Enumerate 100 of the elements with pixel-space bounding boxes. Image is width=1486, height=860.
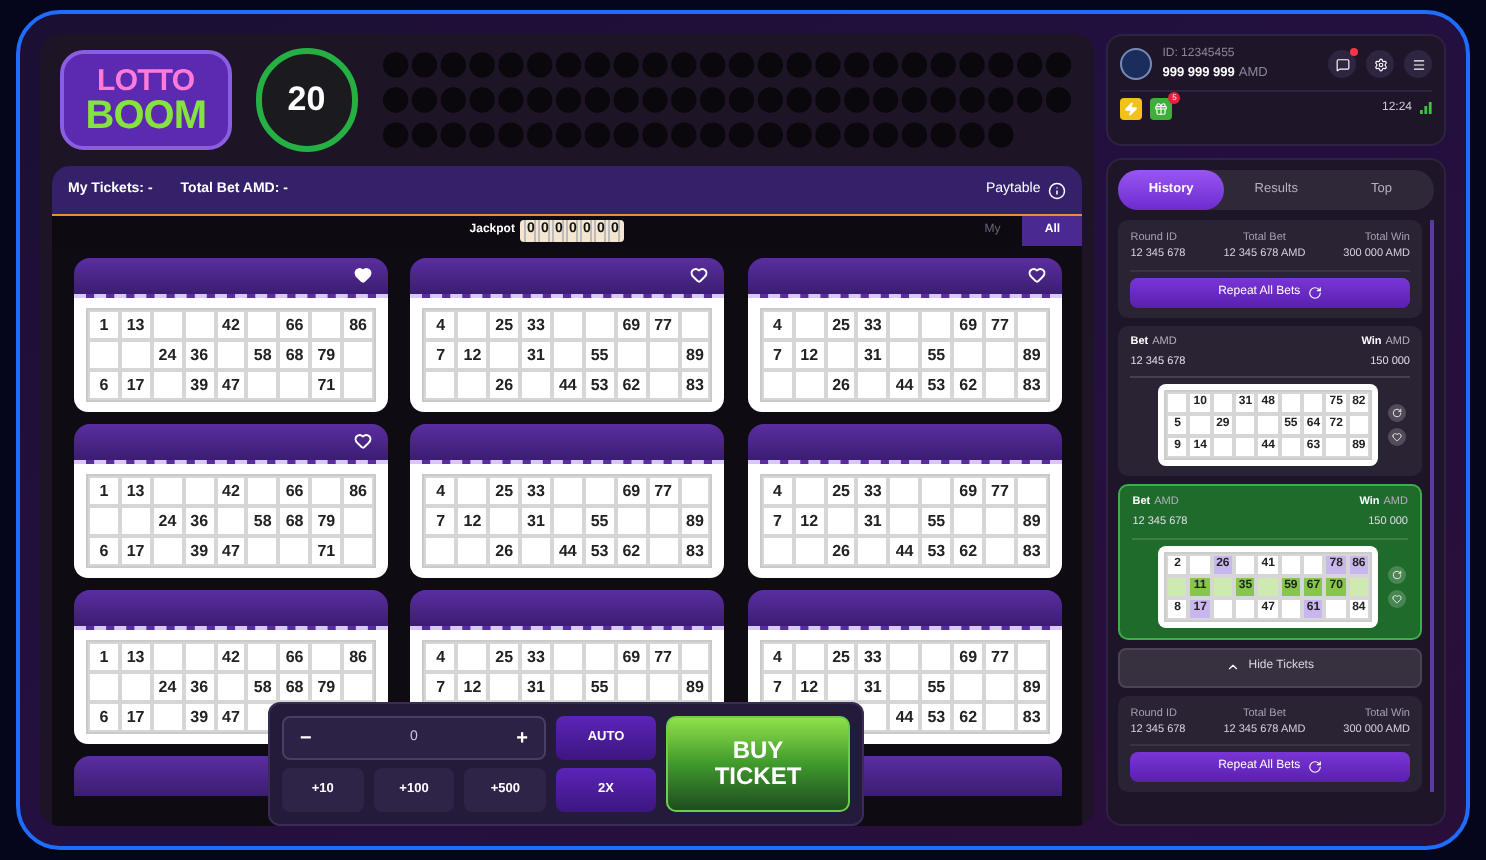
ticket-cell: 36 (183, 672, 216, 702)
ticket-cell: 86 (342, 476, 374, 506)
ticket-cell: 83 (1015, 702, 1048, 732)
ticket-cell: 33 (856, 476, 889, 506)
ticket-cell: 77 (647, 476, 680, 506)
ticket-cell: 4 (761, 476, 794, 506)
ticket-cell: 26 (825, 536, 857, 566)
ticket-cell: 24 (151, 672, 184, 702)
ticket-cell: 7 (761, 340, 794, 370)
ticket-cell: 58 (246, 340, 279, 370)
ticket-cell: 86 (342, 642, 374, 672)
ticket-cell: 89 (679, 506, 711, 536)
ticket-cell: 17 (119, 536, 152, 566)
ticket-cell: 62 (615, 370, 648, 400)
ticket-cell: 68 (278, 672, 311, 702)
ticket-cell: 12 (793, 672, 826, 702)
minus-button[interactable]: − (300, 723, 312, 753)
ticket-cell: 1 (88, 642, 120, 672)
ticket-cell: 89 (1015, 672, 1048, 702)
ticket-cell: 89 (1015, 340, 1048, 370)
logo: LOTTO BOOM (60, 50, 232, 150)
ticket-cell: 6 (88, 536, 120, 566)
ticket-cell: 31 (520, 340, 552, 370)
ticket-cell: 39 (183, 702, 216, 732)
ticket-cell: 58 (246, 506, 279, 536)
ticket-cell: 68 (278, 340, 311, 370)
ticket-cell: 42 (215, 642, 247, 672)
ticket-cell: 31 (520, 672, 552, 702)
ticket-cell: 69 (952, 642, 985, 672)
plus-button[interactable]: + (516, 723, 528, 753)
ticket-cell: 6 (88, 370, 120, 400)
ticket-cell: 24 (151, 340, 184, 370)
ticket-cell: 83 (1015, 536, 1048, 566)
ticket-cell: 68 (278, 506, 311, 536)
ticket-cell: 44 (888, 702, 921, 732)
ticket-cell: 1 (88, 476, 120, 506)
ticket-cell: 77 (984, 476, 1016, 506)
ticket-cell: 83 (1015, 370, 1048, 400)
ticket-cell: 4 (424, 310, 457, 340)
ticket-cell: 4 (424, 476, 457, 506)
ticket-cell: 53 (583, 370, 616, 400)
ticket-cell: 47 (215, 370, 247, 400)
ticket-cell: 4 (761, 310, 794, 340)
ticket-cell: 24 (151, 506, 184, 536)
ticket-cell: 26 (488, 536, 521, 566)
ticket-cell: 83 (679, 536, 711, 566)
ticket-cell: 12 (793, 340, 826, 370)
ticket-cell: 47 (215, 536, 247, 566)
ticket-cell: 7 (761, 672, 794, 702)
ticket-cell: 55 (920, 672, 953, 702)
buy-ticket-button[interactable]: BUY TICKET (666, 716, 850, 812)
ticket-cell: 69 (952, 476, 985, 506)
ticket-cell: 26 (488, 370, 521, 400)
ticket-cell: 44 (551, 536, 584, 566)
ticket-cell: 4 (424, 642, 457, 672)
ticket-cell: 89 (679, 340, 711, 370)
ticket-cell: 69 (615, 642, 648, 672)
ticket-cell: 62 (952, 536, 985, 566)
ticket-cell: 25 (825, 476, 857, 506)
ticket-cell: 13 (119, 642, 152, 672)
ticket-cell: 53 (583, 536, 616, 566)
ticket-cell: 33 (520, 476, 552, 506)
ticket-cell: 53 (920, 536, 953, 566)
ticket-cell: 79 (310, 672, 343, 702)
ticket-cell: 31 (520, 506, 552, 536)
ticket-cell: 66 (278, 310, 311, 340)
ticket-cell: 26 (825, 370, 857, 400)
ticket-cell: 31 (856, 506, 889, 536)
ticket-cell: 33 (520, 642, 552, 672)
ticket-cell: 77 (984, 310, 1016, 340)
ticket-cell: 69 (615, 310, 648, 340)
ticket-cell: 36 (183, 340, 216, 370)
ticket-cell: 7 (761, 506, 794, 536)
ticket-cell: 83 (679, 370, 711, 400)
ticket-cell: 39 (183, 536, 216, 566)
ticket-cell: 58 (246, 672, 279, 702)
ticket-cell: 31 (856, 672, 889, 702)
ticket-cell: 55 (583, 672, 616, 702)
ticket-cell: 12 (793, 506, 826, 536)
ticket-cell: 71 (310, 536, 343, 566)
ticket-cell: 39 (183, 370, 216, 400)
ticket-cell: 17 (119, 370, 152, 400)
ticket-cell: 31 (856, 340, 889, 370)
ticket-cell: 25 (488, 476, 521, 506)
ticket-cell: 25 (825, 642, 857, 672)
ticket-cell: 25 (488, 310, 521, 340)
ticket-cell: 55 (920, 340, 953, 370)
ticket-cell: 44 (888, 536, 921, 566)
ticket-cell: 77 (984, 642, 1016, 672)
ticket-cell: 69 (615, 476, 648, 506)
ticket-cell: 77 (647, 642, 680, 672)
ticket-cell: 4 (761, 642, 794, 672)
ticket-cell: 17 (119, 702, 152, 732)
ticket-cell: 44 (551, 370, 584, 400)
ticket-cell: 86 (342, 310, 374, 340)
ticket-cell: 13 (119, 476, 152, 506)
ticket-cell: 79 (310, 506, 343, 536)
ticket-cell: 12 (456, 672, 489, 702)
ticket-cell: 7 (424, 506, 457, 536)
ticket-cell: 79 (310, 340, 343, 370)
